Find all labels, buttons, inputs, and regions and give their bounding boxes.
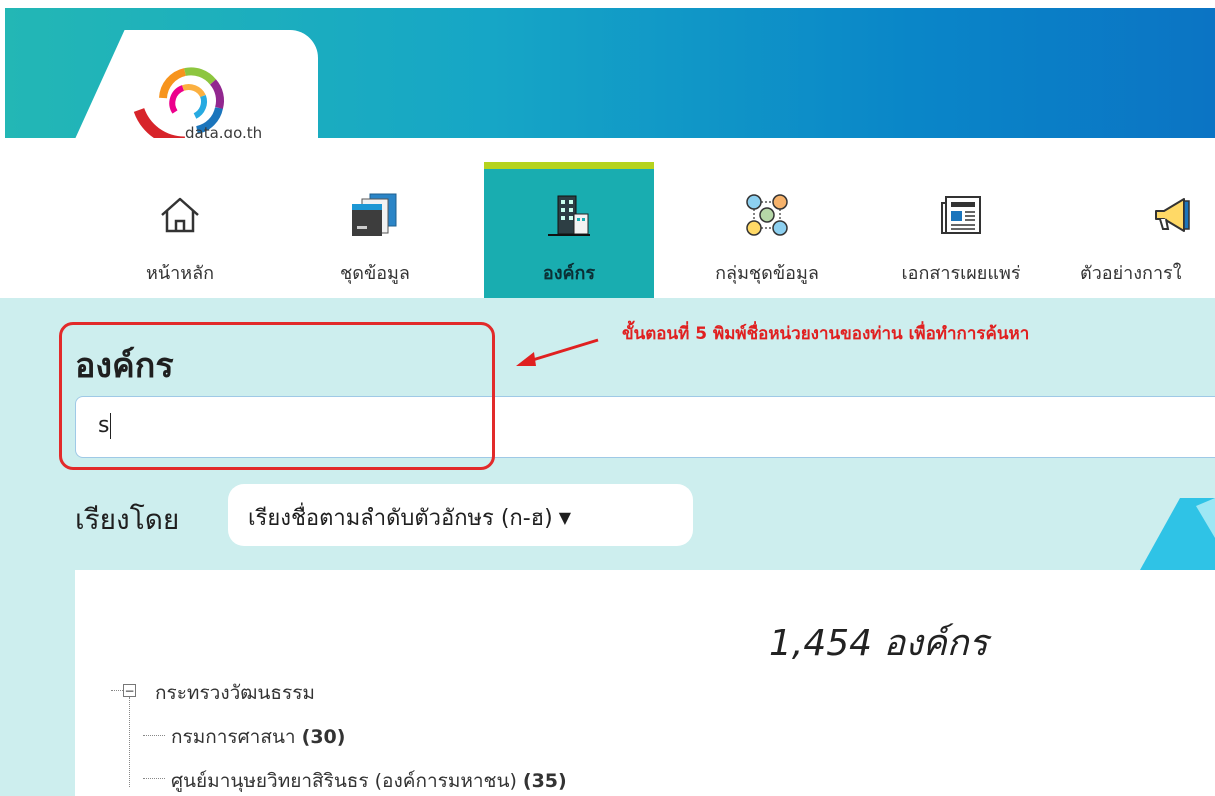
decorative-shape xyxy=(1140,498,1215,570)
organization-page: องค์กร s ขั้นตอนที่ 5 พิมพ์ชื่อหน่วยงานข… xyxy=(0,298,1215,796)
nav-label-organizations: องค์กร xyxy=(542,263,596,284)
building-icon xyxy=(548,195,590,236)
folders-icon xyxy=(352,193,397,236)
sort-selected-value: เรียงชื่อตามลำดับตัวอักษร (ก-ฮ) xyxy=(248,506,553,531)
nav-item-dataset-groups[interactable]: กลุ่มชุดข้อมูล xyxy=(682,162,852,298)
nav-item-showcases[interactable]: ตัวอย่างการใ xyxy=(1070,162,1215,298)
annotation-arrow-icon xyxy=(516,338,599,366)
sort-select[interactable]: เรียงชื่อตามลำดับตัวอักษร (ก-ฮ) ▼ xyxy=(228,484,693,546)
active-tab-indicator xyxy=(484,162,654,169)
collapse-toggle-icon[interactable]: − xyxy=(123,684,136,697)
nav-label-dataset-groups: กลุ่มชุดข้อมูล xyxy=(715,263,819,284)
nav-label-publications: เอกสารเผยแพร่ xyxy=(901,263,1021,284)
org-dataset-count: (35) xyxy=(522,770,567,792)
nav-label-datasets: ชุดข้อมูล xyxy=(340,263,410,284)
list-item[interactable]: ศูนย์มานุษยวิทยาสิรินธร (องค์การมหาชน) (… xyxy=(171,766,567,796)
org-dataset-count: (30) xyxy=(301,726,346,748)
result-count: 1,454 องค์กร xyxy=(769,623,988,664)
nav-label-home: หน้าหลัก xyxy=(145,263,215,284)
newspaper-icon xyxy=(941,196,981,234)
organization-list-panel: 1,454 องค์กร − กระทรวงวัฒนธรรม กรมการศาส… xyxy=(75,570,1215,796)
tree-connector xyxy=(129,697,130,787)
list-item[interactable]: กรมการศาสนา (30) xyxy=(171,722,345,752)
tree-connector xyxy=(143,778,165,779)
org-name: กรมการศาสนา xyxy=(171,726,296,748)
home-icon xyxy=(161,197,199,233)
window-top xyxy=(0,0,1215,8)
tree-parent-label[interactable]: กระทรวงวัฒนธรรม xyxy=(155,678,315,708)
nav-item-datasets[interactable]: ชุดข้อมูล xyxy=(290,162,460,298)
org-name: ศูนย์มานุษยวิทยาสิรินธร (องค์การมหาชน) xyxy=(171,770,517,792)
annotation-highlight-box xyxy=(59,322,495,470)
nav-item-organizations[interactable]: องค์กร xyxy=(484,162,654,298)
tree-connector xyxy=(111,690,123,691)
people-network-icon xyxy=(746,194,788,236)
nav-item-home[interactable]: หน้าหลัก xyxy=(95,162,265,298)
nav-label-showcases: ตัวอย่างการใ xyxy=(1080,263,1182,284)
nav-item-publications[interactable]: เอกสารเผยแพร่ xyxy=(876,162,1046,298)
megaphone-icon xyxy=(1155,198,1190,232)
sort-label: เรียงโดย xyxy=(75,503,180,536)
annotation-instruction: ขั้นตอนที่ 5 พิมพ์ชื่อหน่วยงานของท่าน เพ… xyxy=(622,324,1030,344)
main-nav: หน้าหลัก ชุดข้อมูล องค์กร กลุ่มชุดข้อมูล… xyxy=(0,138,1215,298)
caret-down-icon: ▼ xyxy=(558,508,571,527)
tree-connector xyxy=(143,735,165,736)
